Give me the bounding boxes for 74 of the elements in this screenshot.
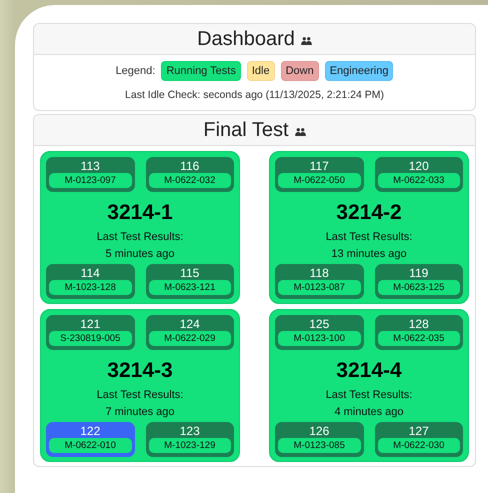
results-label: Last Test Results:: [326, 230, 412, 245]
test-slot[interactable]: 116 M-0622-032: [146, 157, 234, 192]
people-icon: [300, 37, 312, 45]
part-number: M-0123-097: [49, 173, 132, 188]
test-slot[interactable]: 125 M-0123-100: [275, 315, 364, 350]
part-number: M-0622-035: [378, 331, 460, 346]
last-idle-check: Last Idle Check: seconds ago (11/13/2025, 2:21:24 PM): [124, 89, 385, 101]
part-number: M-0623-121: [148, 280, 231, 295]
slot-number: 123: [180, 424, 200, 438]
slot-number: 122: [80, 424, 100, 438]
slot-number: 116: [180, 159, 200, 173]
part-number: M-0622-010: [49, 438, 132, 453]
results-age: 13 minutes ago: [331, 247, 407, 262]
slot-number: 124: [180, 317, 200, 331]
part-number: M-0123-100: [278, 331, 360, 346]
results-label: Last Test Results:: [96, 230, 184, 245]
part-number: M-0123-087: [278, 280, 360, 295]
station-name: 3214-4: [336, 359, 402, 383]
station-name: 3214-2: [336, 201, 402, 225]
test-slot[interactable]: 121 S-230819-005: [46, 315, 134, 350]
part-number: M-1023-128: [49, 280, 132, 295]
part-number: M-0123-085: [278, 438, 360, 453]
part-number: M-0623-125: [378, 280, 460, 295]
slot-number: 118: [310, 266, 329, 280]
part-number: M-0622-033: [378, 173, 460, 188]
legend-tag: Engineering: [324, 61, 394, 81]
legend-tag: Down: [280, 61, 319, 81]
test-slot[interactable]: 123 M-1023-129: [146, 422, 234, 457]
station-name: 3214-1: [107, 201, 173, 225]
slot-number: 119: [409, 266, 428, 280]
test-slot[interactable]: 118 M-0123-087: [275, 264, 364, 299]
results-age: 5 minutes ago: [105, 247, 175, 262]
slot-number: 127: [408, 424, 429, 438]
test-slot[interactable]: 128 M-0622-035: [374, 315, 463, 350]
results-label: Last Test Results:: [96, 388, 184, 403]
results-age: 7 minutes ago: [105, 405, 175, 420]
section-title: Final Test: [203, 118, 289, 142]
part-number: M-1023-129: [148, 438, 231, 453]
legend-tag: Running Tests: [161, 61, 241, 81]
test-slot[interactable]: 113 M-0123-097: [46, 157, 134, 192]
test-slot[interactable]: 122 M-0622-010: [46, 422, 134, 457]
slot-number: 126: [309, 424, 330, 438]
part-number: S-230819-005: [49, 331, 132, 346]
results-label: Last Test Results:: [326, 388, 412, 403]
slot-number: 115: [180, 266, 200, 280]
part-number: M-0622-032: [148, 173, 231, 188]
results-age: 4 minutes ago: [334, 405, 404, 420]
part-number: M-0622-030: [378, 438, 460, 453]
slot-number: 128: [408, 317, 429, 331]
people-icon: [294, 128, 306, 136]
legend-label: Legend:: [116, 65, 156, 77]
station-card[interactable]: 121 S-230819-005 124 M-0622-029 3214-3 Last Test Results: 7 minutes ago 122 M-0622-010 123 M-1023-129: [40, 309, 240, 462]
slot-number: 120: [408, 159, 429, 173]
slot-number: 113: [80, 159, 100, 173]
test-slot[interactable]: 124 M-0622-029: [146, 315, 234, 350]
slot-number: 114: [80, 266, 100, 280]
slot-number: 117: [310, 159, 329, 173]
test-slot[interactable]: 117 M-0622-050: [275, 157, 364, 192]
station-card[interactable]: 113 M-0123-097 116 M-0622-032 3214-1 Last Test Results: 5 minutes ago 114 M-1023-128 115 M-0623-121: [40, 151, 240, 304]
test-slot[interactable]: 120 M-0622-033: [374, 157, 463, 192]
test-slot[interactable]: 115 M-0623-121: [146, 264, 234, 299]
legend-tag: Idle: [246, 61, 275, 81]
station-card[interactable]: 125 M-0123-100 128 M-0622-035 3214-4 Last Test Results: 4 minutes ago 126 M-0123-085 127 M-0622-030: [269, 309, 469, 462]
part-number: M-0622-050: [278, 173, 360, 188]
slot-number: 121: [80, 317, 100, 331]
slot-number: 125: [309, 317, 330, 331]
part-number: M-0622-029: [148, 331, 231, 346]
test-slot[interactable]: 126 M-0123-085: [275, 422, 364, 457]
test-slot[interactable]: 119 M-0623-125: [374, 264, 463, 299]
test-slot[interactable]: 114 M-1023-128: [46, 264, 134, 299]
dashboard-title: Dashboard: [197, 28, 295, 50]
test-slot[interactable]: 127 M-0622-030: [374, 422, 463, 457]
station-name: 3214-3: [107, 359, 173, 383]
station-card[interactable]: 117 M-0622-050 120 M-0622-033 3214-2 Last Test Results: 13 minutes ago 118 M-0123-087 119 M-0623-125: [269, 151, 469, 304]
